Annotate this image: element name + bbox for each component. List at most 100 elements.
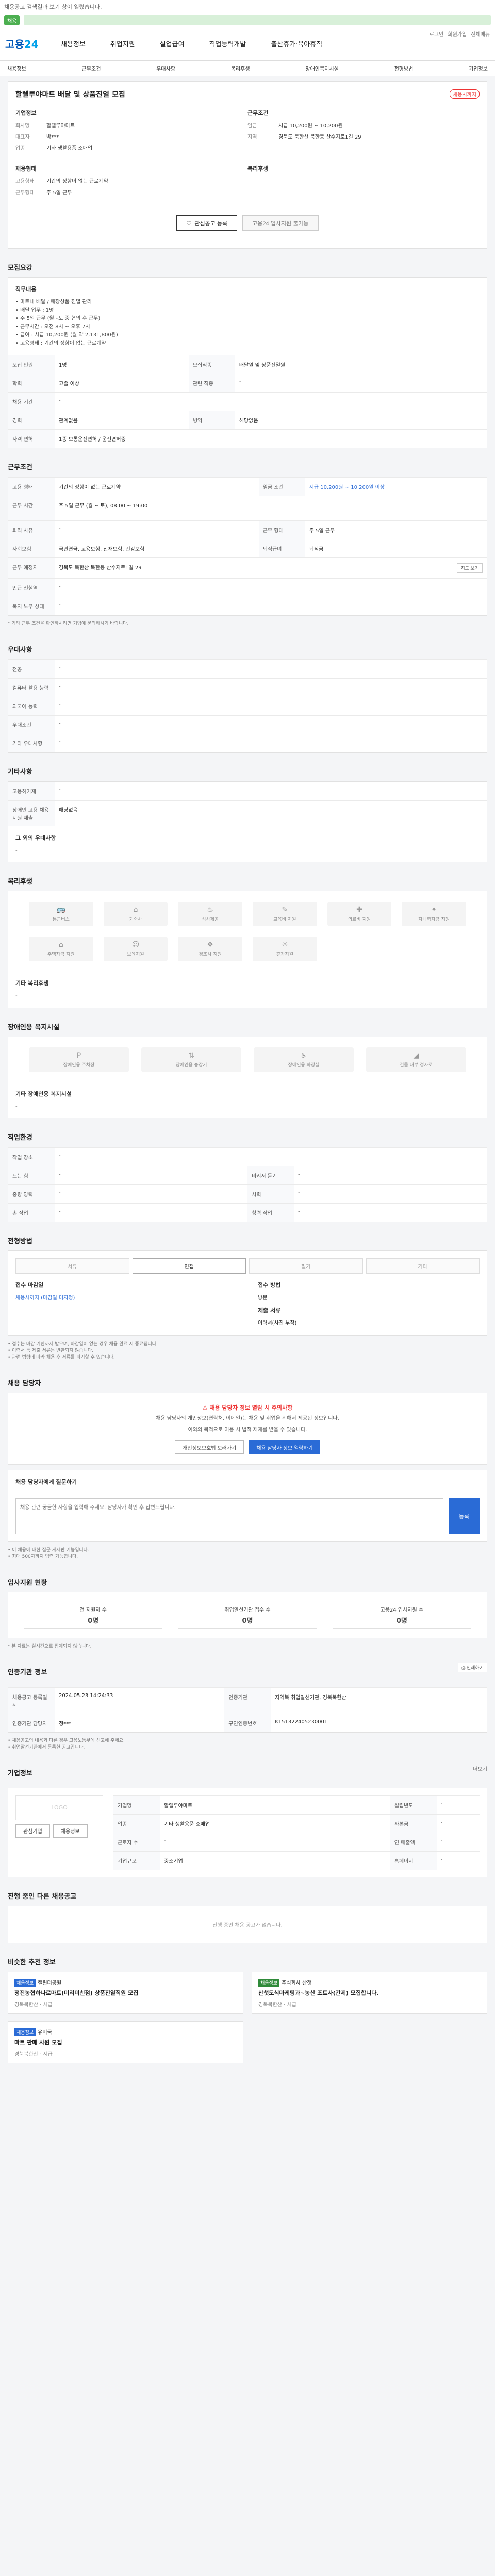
all-menu-link[interactable]: 전체메뉴 (471, 30, 490, 38)
process-title: 전형방법 (8, 1238, 32, 1246)
stat-agency: 취업알선기관 접수 수 0명 (178, 1601, 317, 1629)
notice-text: 채용공고 검색결과 보기 창이 열렸습니다. (4, 3, 102, 10)
rec-list: 채용정보 캘린더공원 정진농협하나로마트(미리미친점) 상품진열직원 모집 경북북… (8, 1971, 487, 2014)
disabled-extra: 기타 장애인용 복지시설 - (15, 1090, 72, 1110)
welfare-summary: 복리후생 (248, 165, 269, 172)
welfare-item: ✎ 교육비 지원 (252, 902, 317, 927)
welfare-item: ⌂ 주택자금 지원 (29, 937, 93, 962)
question-section: 채용 담당자에게 질문하기 등록 (8, 1470, 487, 1542)
deadline-badge: 채용시까지 (450, 89, 480, 99)
info-table: 채용공고 등록일시 2024.05.23 14:24:33 인증기관 지역북 취업알선… (8, 1687, 487, 1732)
company-section: LOGO 관심기업 채용정보 기업명 할렐루야마트 설립년도 - 업종 기타 생활용품 … (8, 1787, 487, 1877)
welfare-item: ☺ 보육지원 (103, 937, 168, 962)
status-note: * 본 자료는 실시간으로 집계되지 않습니다. (8, 1643, 92, 1649)
pref-section-title: 우대사항 (8, 646, 32, 654)
status-title: 입사지원 현황 (8, 1579, 47, 1587)
gnb-menu: 채용정보 취업지원 실업급여 직업능력개발 출산휴가·육아휴직 (61, 39, 322, 48)
gift-icon: ❖ (207, 941, 213, 950)
section-tabs: 채용정보 근무조건 우대사항 복리후생 장애인복지시설 전형방법 기업정보 (0, 61, 495, 76)
rec-list-2: 채용정보 유미국 마트 판매 사원 모집 경북북한산 · 시급 (8, 2021, 487, 2063)
signup-link[interactable]: 회원가입 (448, 30, 467, 38)
tab-company[interactable]: 기업정보 (469, 64, 488, 72)
welfare-section: 🚌 통근버스 ⌂ 기숙사 ♨ 식사제공 ✎ 교육비 지원 ✚ 의료비 지원 ✦ 자녀학자금 … (8, 891, 487, 1008)
gnb-item-leave[interactable]: 출산휴가·육아휴직 (271, 39, 322, 48)
rec-card[interactable]: 채용정보 주식회사 산챗 산챗도식마케팅과~농산 조트사(간제) 모집합니다. 경… (252, 1971, 487, 2014)
login-link[interactable]: 로그인 (430, 30, 444, 38)
disabled-section-title: 장애인용 복지시설 (8, 1023, 60, 1031)
apply-button[interactable]: 고용24 입사지원 불가능 (242, 215, 319, 231)
tab-pref[interactable]: 우대사항 (156, 64, 175, 72)
view-contact-button[interactable]: 채용 담당자 정보 열람하기 (249, 1440, 320, 1454)
rec-title: 비슷한 추천 정보 (8, 1958, 56, 1967)
pref-section: 전공 - 컴퓨터 활용 능력 - 외국어 능력 - 우대조건 - 기타 우대사항 - (8, 658, 487, 753)
gnb-util: 로그인 회원가입 전체메뉴 (430, 30, 490, 38)
heart-icon: ♡ (186, 220, 192, 227)
pref-table: 전공 - 컴퓨터 활용 능력 - 외국어 능력 - 우대조건 - 기타 우대사항 - (8, 659, 487, 752)
print-button[interactable]: ⎙ 인쇄하기 (458, 1662, 487, 1672)
fav-company-button[interactable]: 관심기업 (15, 1824, 50, 1838)
company-summary: 기업정보 회사명 할렐루야마트 대표자 박*** 업종 기타 생활용품 소매업 (15, 110, 93, 151)
tab-recruit[interactable]: 채용정보 (7, 64, 26, 72)
recruit-summary: 채용형태 고용형태 기간의 정함이 없는 근로계약 근무형태 주 5일 근무 (15, 165, 108, 196)
map-button[interactable]: 지도 보기 (457, 563, 483, 573)
company-more-link[interactable]: 더보기 (473, 1765, 487, 1772)
step-interview: 면접 (132, 1258, 246, 1274)
print-icon: ⎙ (461, 1665, 467, 1670)
facility-item: ◢ 건물 내부 경사로 (366, 1047, 466, 1072)
status-progress (24, 15, 491, 25)
status-section: 전 지원자 수 0명 취업알선기관 접수 수 0명 고용24 입사지원 수 0명 (8, 1591, 487, 1638)
duty-block: 직무내용 • 마트내 배달 / 매장상품 진열 관리 • 배달 업무 : 1명 … (15, 286, 118, 346)
welfare-item: ❖ 경조사 지원 (178, 937, 242, 962)
info-title: 인증기관 정보 (8, 1668, 47, 1676)
etc-section: 고용허가제 - 장애인 고용 채용지원 제출 해당없음 그 외의 우대사항 - (8, 781, 487, 863)
welfare-item: ♨ 식사제공 (178, 902, 242, 927)
stat-total: 전 지원자 수 0명 (24, 1601, 163, 1629)
status-pill: 채용 (4, 15, 20, 25)
tab-disabled[interactable]: 장애인복지시설 (305, 64, 338, 72)
apply-info: 접수 마감일 채용시까지 (마감일 미지정) 접수 방법 방문 제출 서류 이력… (15, 1282, 297, 1327)
other-title: 진행 중인 다른 채용공고 (8, 1892, 77, 1901)
vacation-icon: ☼ (282, 941, 288, 950)
process-section: 서류 면접 필기 기타 접수 마감일 채용시까지 (마감일 미지정) 접수 방법… (8, 1250, 487, 1336)
gnb-item-training[interactable]: 직업능력개발 (209, 39, 246, 48)
welfare-item: ✚ 의료비 지원 (327, 902, 392, 927)
company-jobs-button[interactable]: 채용정보 (53, 1824, 88, 1838)
tab-welfare[interactable]: 복리후생 (231, 64, 250, 72)
disabled-icons: P 장애인용 주차장 ⇅ 장애인용 승강기 ♿ 장애인용 화장실 ◢ 건물 내부 경사로 (8, 1037, 487, 1082)
welfare-extra: 기타 복리후생 - (15, 980, 49, 999)
logo[interactable]: 고용24 (5, 36, 52, 51)
process-steps: 서류 면접 필기 기타 (8, 1251, 487, 1281)
step-written: 필기 (249, 1258, 363, 1274)
gnb-item-support[interactable]: 취업지원 (110, 39, 135, 48)
rec-card[interactable]: 채용정보 유미국 마트 판매 사원 모집 경북북한산 · 시급 (8, 2021, 243, 2063)
house-icon: ⌂ (133, 906, 138, 914)
job-env-section: 작업 장소 - 드는 힘 - 비켜서 듣기 - 중량 양력 - 시력 - 손 작업 - 청력 작업… (8, 1147, 487, 1223)
question-submit-button[interactable]: 등록 (449, 1498, 480, 1534)
rec-card[interactable]: 채용정보 캘린더공원 정진농협하나로마트(미리미친점) 상품진열직원 모집 경북북… (8, 1971, 243, 2014)
scrap-button[interactable]: ♡ 관심공고 등록 (176, 215, 238, 231)
company-logo: LOGO (15, 1795, 103, 1820)
facility-item: ⇅ 장애인용 승강기 (141, 1047, 241, 1072)
gnb-item-jobs[interactable]: 채용정보 (61, 39, 86, 48)
ramp-icon: ◢ (413, 1051, 419, 1060)
question-input[interactable] (15, 1498, 443, 1534)
privacy-law-button[interactable]: 개인정보보호법 보러가기 (175, 1440, 244, 1454)
gnb-item-benefit[interactable]: 실업급여 (160, 39, 185, 48)
notice-bar: 채용공고 검색결과 보기 창이 열렸습니다. (0, 0, 495, 13)
recruit-table: 모집 인원 1명 모집직종 배달원 및 상품진열원 학력 고졸 이상 관련 직종 - 채용 … (8, 354, 487, 448)
etc-section-title: 기타사항 (8, 768, 32, 776)
restroom-icon: ♿ (300, 1051, 307, 1060)
warning-icon: ⚠ (202, 1404, 210, 1412)
etc-table: 고용허가제 - 장애인 고용 채용지원 제출 해당없음 (8, 781, 487, 826)
tab-work[interactable]: 근무조건 (82, 64, 101, 72)
work-table: 고용 형태 기간의 정함이 없는 근로계약 임금 조건 시급 10,200원 ~ 10… (8, 477, 487, 615)
recruit-section-title: 모집요강 (8, 264, 32, 272)
status-bar: 채용 (0, 13, 495, 27)
global-nav: 고용24 채용정보 취업지원 실업급여 직업능력개발 출산휴가·육아휴직 로그인… (0, 27, 495, 61)
work-section: 고용 형태 기간의 정함이 없는 근로계약 임금 조건 시급 10,200원 ~ 10… (8, 476, 487, 616)
tab-process[interactable]: 전형방법 (394, 64, 414, 72)
job-env-title: 직업환경 (8, 1134, 32, 1142)
meal-icon: ♨ (207, 906, 213, 914)
question-notes: • 이 채용에 대한 질문 게시판 기능입니다. • 최대 500자까지 입력 … (8, 1547, 89, 1560)
step-etc: 기타 (366, 1258, 480, 1274)
